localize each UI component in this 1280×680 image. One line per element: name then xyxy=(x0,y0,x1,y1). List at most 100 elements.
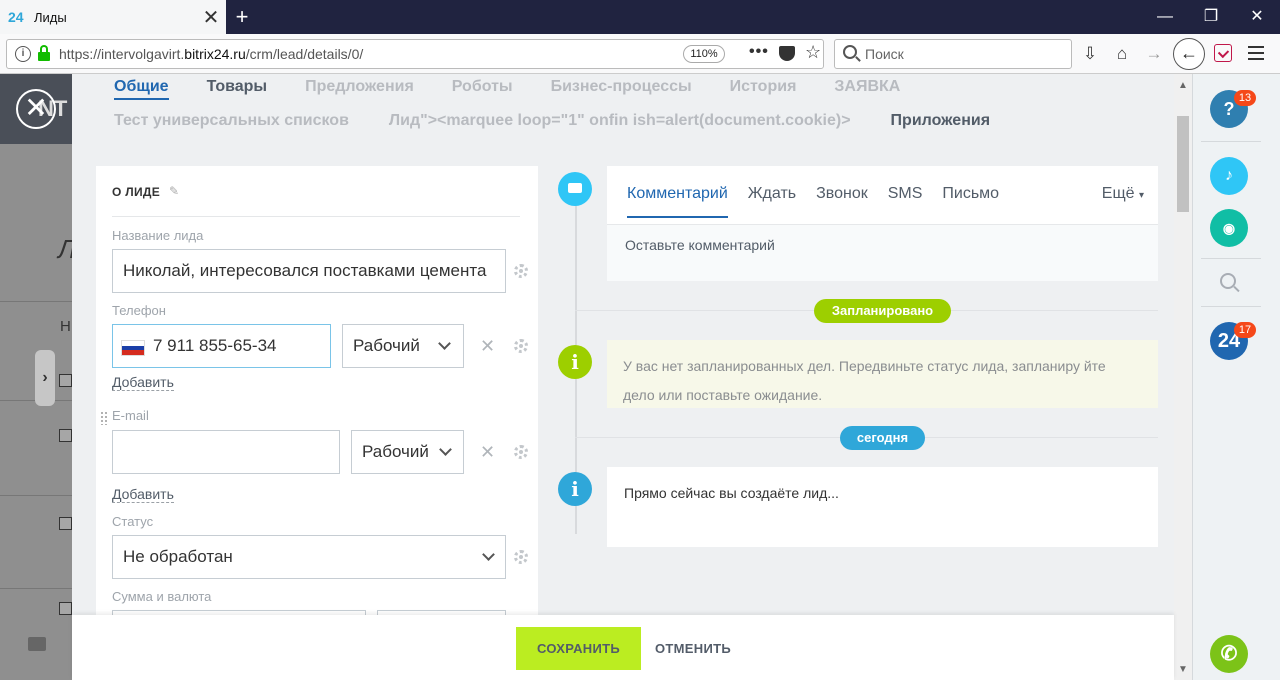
tab-sms[interactable]: SMS xyxy=(888,185,923,202)
comment-placeholder: Оставьте комментарий xyxy=(625,237,775,253)
entity-tabs-row2: Тест универсальных списков Лид"><marquee … xyxy=(114,112,1028,130)
download-icon[interactable]: ⇩ xyxy=(1078,42,1102,66)
bell-icon[interactable]: ♪ xyxy=(1210,157,1248,195)
timeline-tabs: Комментарий Ждать Звонок SMS Письмо xyxy=(627,185,1019,218)
chevron-down-icon xyxy=(438,337,451,350)
chevron-down-icon xyxy=(482,548,495,561)
more-tab[interactable]: Ещё ▾ xyxy=(1102,185,1144,203)
tab-wait[interactable]: Ждать xyxy=(748,185,796,202)
comment-input[interactable]: Оставьте комментарий xyxy=(607,224,1158,281)
tab-bizproc[interactable]: Бизнес-процессы xyxy=(551,78,692,95)
timeline-editor: Комментарий Ждать Звонок SMS Письмо Ещё ▾ Ос… xyxy=(607,166,1158,281)
drag-handle-icon[interactable] xyxy=(100,411,108,425)
right-sidebar: ? 13 ♪ ◉ 24 17 ✆ xyxy=(1192,74,1280,680)
printer-icon[interactable] xyxy=(28,637,46,651)
entity-tabs: Общие Товары Предложения Роботы Бизнес-проце… xyxy=(114,78,938,100)
close-slider-icon[interactable]: ✕ xyxy=(16,89,56,129)
browser-tab[interactable]: 24 Лиды ✕ xyxy=(0,0,226,34)
tab-quotes[interactable]: Предложения xyxy=(305,78,414,95)
lead-slider: Общие Товары Предложения Роботы Бизнес-проце… xyxy=(72,74,1174,615)
cancel-button[interactable]: ОТМЕНИТЬ xyxy=(655,627,731,670)
tab-request[interactable]: ЗАЯВКА xyxy=(834,78,900,95)
save-button[interactable]: СОХРАНИТЬ xyxy=(516,627,641,670)
email-type-value: Рабочий xyxy=(362,442,429,461)
info-icon[interactable]: i xyxy=(15,46,31,62)
email-type-select[interactable]: Рабочий xyxy=(351,430,464,474)
star-icon[interactable]: ☆ xyxy=(805,42,821,63)
scroll-thumb[interactable] xyxy=(1177,116,1189,212)
phone-icon[interactable]: ✆ xyxy=(1210,635,1248,673)
pocket-icon[interactable] xyxy=(779,46,795,61)
chat-icon xyxy=(558,172,592,206)
bg-divider xyxy=(0,588,72,589)
help-badge: 13 xyxy=(1234,90,1256,106)
page-actions-icon[interactable]: ••• xyxy=(749,43,769,61)
phone-type-value: Рабочий xyxy=(353,336,420,355)
url-text[interactable]: https://intervolgavirt.bitrix24.ru/crm/l… xyxy=(59,46,363,62)
bg-divider xyxy=(0,495,72,496)
search-input[interactable]: Поиск xyxy=(834,39,1072,69)
email-label: E-mail xyxy=(112,408,149,423)
tab-robots[interactable]: Роботы xyxy=(452,78,513,95)
chat-widget-icon[interactable]: ◉ xyxy=(1210,209,1248,247)
remove-phone-icon[interactable]: ✕ xyxy=(480,336,495,357)
tab-history[interactable]: История xyxy=(730,78,797,95)
tab-close-icon[interactable]: ✕ xyxy=(196,5,226,30)
gear-icon[interactable] xyxy=(514,550,528,564)
scrollbar[interactable]: ▲ ▼ xyxy=(1174,74,1192,680)
url-bar[interactable]: i https://intervolgavirt.bitrix24.ru/crm… xyxy=(6,39,824,69)
back-icon[interactable]: ← xyxy=(1173,38,1205,70)
card-divider xyxy=(112,216,520,217)
home-icon[interactable]: ⌂ xyxy=(1110,42,1134,66)
bg-letter: Н xyxy=(60,318,71,335)
russia-flag-icon[interactable] xyxy=(121,340,145,356)
status-select[interactable]: Не обработан xyxy=(112,535,506,579)
bg-checkbox xyxy=(59,429,72,442)
gear-icon[interactable] xyxy=(514,445,528,459)
bitrix-badge: 17 xyxy=(1234,322,1256,338)
tab-lead-xss[interactable]: Лид"><marquee loop="1" onfin ish=alert(d… xyxy=(389,112,851,129)
lead-name-input[interactable]: Николай, интересовался поставками цемент… xyxy=(112,249,506,293)
tab-email[interactable]: Письмо xyxy=(942,185,999,202)
expand-arrow-icon[interactable]: › xyxy=(35,350,55,406)
tab-universal-lists[interactable]: Тест универсальных списков xyxy=(114,112,349,129)
caret-down-icon: ▾ xyxy=(1138,190,1144,201)
phone-input[interactable]: 7 911 855-65-34 xyxy=(112,324,331,368)
rightbar-divider xyxy=(1201,258,1261,259)
gear-icon[interactable] xyxy=(514,339,528,353)
bg-checkbox xyxy=(59,602,72,615)
tab-products[interactable]: Товары xyxy=(207,78,268,95)
forward-icon[interactable]: → xyxy=(1142,42,1166,66)
add-email-link[interactable]: Добавить xyxy=(112,486,174,503)
planned-text: У вас нет запланированных дел. Передвинь… xyxy=(623,358,1106,403)
scroll-up-icon[interactable]: ▲ xyxy=(1178,80,1188,91)
bg-checkbox xyxy=(59,374,72,387)
rightbar-divider xyxy=(1201,306,1261,307)
phone-type-select[interactable]: Рабочий xyxy=(342,324,464,368)
window-close-button[interactable]: ✕ xyxy=(1234,0,1280,34)
search-icon xyxy=(843,45,857,59)
status-value: Не обработан xyxy=(123,547,233,566)
add-phone-link[interactable]: Добавить xyxy=(112,374,174,391)
tab-applications[interactable]: Приложения xyxy=(891,112,991,129)
gear-icon[interactable] xyxy=(514,264,528,278)
sum-label: Сумма и валюта xyxy=(112,589,212,604)
form-footer: СОХРАНИТЬ ОТМЕНИТЬ xyxy=(72,615,1174,680)
tab-general[interactable]: Общие xyxy=(114,78,169,100)
chevron-down-icon xyxy=(439,443,452,456)
bg-header: NT ✕ xyxy=(0,74,72,144)
pencil-icon[interactable]: ✎ xyxy=(169,184,181,198)
scroll-down-icon[interactable]: ▼ xyxy=(1178,664,1188,675)
minimize-button[interactable]: — xyxy=(1142,0,1188,34)
pocket-save-icon[interactable] xyxy=(1214,44,1232,62)
restore-button[interactable]: ❐ xyxy=(1188,0,1234,34)
search-icon[interactable] xyxy=(1220,273,1236,289)
lock-icon[interactable] xyxy=(37,45,51,63)
menu-icon[interactable] xyxy=(1248,46,1264,60)
new-tab-button[interactable]: + xyxy=(230,3,254,31)
tab-comment[interactable]: Комментарий xyxy=(627,185,728,218)
zoom-indicator[interactable]: 110% xyxy=(683,45,725,63)
tab-call[interactable]: Звонок xyxy=(816,185,868,202)
remove-email-icon[interactable]: ✕ xyxy=(480,442,495,463)
email-input[interactable] xyxy=(112,430,340,474)
